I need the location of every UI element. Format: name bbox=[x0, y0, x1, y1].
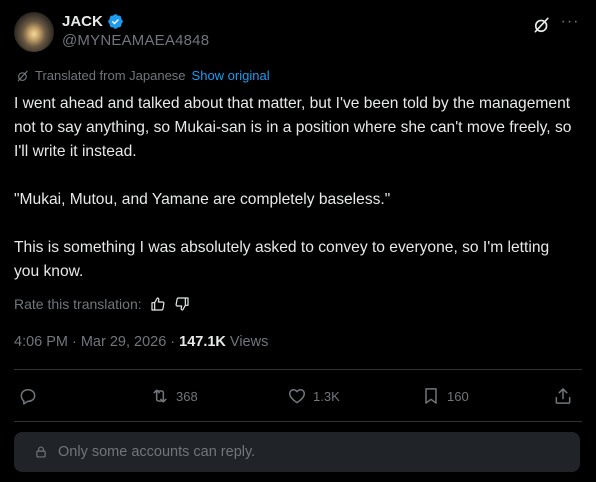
reply-restriction-banner: Only some accounts can reply. bbox=[14, 432, 580, 472]
bookmark-button[interactable]: 160 bbox=[421, 386, 469, 406]
reply-restriction-text: Only some accounts can reply. bbox=[58, 444, 256, 460]
name-row: JACK bbox=[62, 13, 124, 30]
bookmark-icon bbox=[425, 388, 437, 404]
share-icon bbox=[555, 388, 571, 404]
reply-icon bbox=[20, 389, 36, 405]
thumbs-up-icon[interactable] bbox=[150, 296, 166, 312]
rate-label: Rate this translation: bbox=[14, 296, 142, 312]
tweet-date[interactable]: Mar 29, 2026 bbox=[81, 334, 166, 350]
reply-button[interactable] bbox=[18, 386, 38, 406]
verified-badge-icon bbox=[108, 14, 123, 29]
divider bbox=[14, 369, 582, 370]
tweet-time[interactable]: 4:06 PM bbox=[14, 334, 68, 350]
retweet-button[interactable]: 368 bbox=[150, 386, 198, 406]
heart-icon bbox=[288, 389, 306, 404]
tweet-text: I went ahead and talked about that matte… bbox=[14, 95, 572, 280]
translation-bar: Translated from Japanese Show original bbox=[16, 68, 270, 83]
rate-translation: Rate this translation: bbox=[14, 296, 190, 312]
action-bar: 368 1.3K 160 bbox=[14, 378, 582, 414]
views-label: Views bbox=[229, 334, 269, 350]
display-name[interactable]: JACK bbox=[62, 13, 103, 30]
handle[interactable]: @MYNEAMAEA4848 bbox=[62, 32, 209, 49]
show-original-link[interactable]: Show original bbox=[192, 68, 270, 83]
tweet-header: JACK @MYNEAMAEA4848 ··· bbox=[14, 10, 582, 58]
like-count: 1.3K bbox=[313, 388, 340, 404]
meta-separator: · bbox=[170, 334, 176, 350]
more-icon[interactable]: ··· bbox=[560, 14, 580, 34]
tweet-meta: 4:06 PM · Mar 29, 2026 · 147.1K Views bbox=[14, 334, 268, 350]
grok-icon[interactable] bbox=[532, 15, 552, 35]
avatar[interactable] bbox=[14, 12, 54, 52]
retweet-count: 368 bbox=[176, 388, 198, 404]
divider bbox=[14, 421, 582, 422]
bookmark-count: 160 bbox=[447, 388, 469, 404]
meta-separator: · bbox=[72, 334, 77, 350]
like-button[interactable]: 1.3K bbox=[287, 386, 340, 406]
retweet-icon bbox=[153, 389, 167, 403]
thumbs-down-icon[interactable] bbox=[174, 296, 190, 312]
lock-icon bbox=[36, 446, 46, 458]
views-count[interactable]: 147.1K bbox=[179, 334, 226, 350]
share-button[interactable] bbox=[553, 386, 573, 406]
translated-label: Translated from Japanese bbox=[35, 68, 186, 83]
translate-icon bbox=[17, 70, 28, 81]
